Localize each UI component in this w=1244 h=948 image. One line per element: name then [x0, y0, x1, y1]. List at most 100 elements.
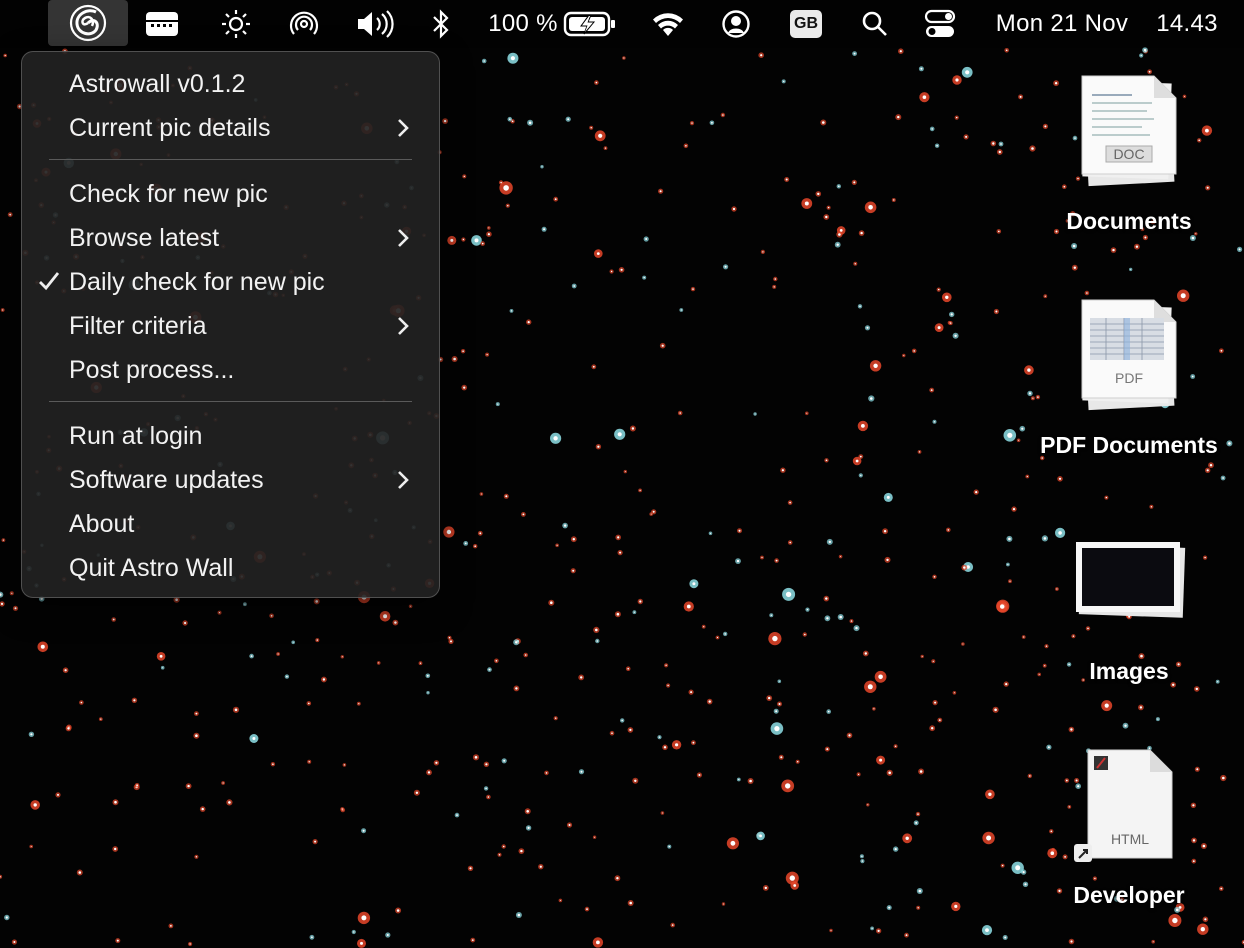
menubar-time[interactable]: 14.43 [1150, 0, 1224, 48]
desktop-alias-developer[interactable]: HTML Developer [1024, 744, 1234, 919]
astrowall-menu-extra[interactable] [48, 0, 128, 46]
menu-display-icon[interactable] [142, 0, 182, 48]
star [486, 794, 491, 800]
battery-charging-icon[interactable] [562, 0, 618, 48]
star [62, 667, 69, 673]
star [507, 116, 513, 122]
star [778, 754, 784, 760]
star [902, 833, 913, 844]
star [737, 528, 742, 534]
star [859, 854, 864, 859]
star [578, 674, 585, 681]
star [156, 652, 166, 661]
star [486, 231, 492, 237]
menu-item-software-updates[interactable]: Software updates [22, 460, 439, 500]
star [340, 655, 344, 659]
control-center-icon[interactable] [922, 0, 958, 48]
menu-item-post-process[interactable]: Post process... [22, 350, 439, 390]
volume-icon[interactable] [352, 0, 396, 48]
user-account-icon[interactable] [718, 0, 754, 48]
menu-item-browse-latest[interactable]: Browse latest [22, 218, 439, 258]
star [447, 235, 457, 245]
star [918, 768, 925, 775]
star [270, 762, 276, 767]
bluetooth-icon[interactable] [428, 0, 454, 48]
star [660, 811, 665, 815]
star [864, 680, 877, 693]
spotlight-search-icon[interactable] [858, 0, 892, 48]
star [30, 800, 40, 810]
star [870, 926, 874, 931]
star [893, 744, 898, 749]
star [701, 624, 706, 629]
star [357, 911, 371, 925]
star [570, 536, 577, 543]
star [820, 119, 827, 126]
star [284, 674, 290, 679]
star [961, 564, 968, 571]
star [815, 191, 822, 197]
wifi-icon[interactable] [648, 0, 688, 48]
star [313, 598, 320, 605]
star [902, 353, 906, 358]
star [853, 261, 858, 266]
airdrop-icon[interactable] [286, 0, 322, 48]
star [12, 605, 19, 611]
menu-item-run-at-login[interactable]: Run at login [22, 416, 439, 456]
star [392, 619, 399, 626]
star [1018, 94, 1024, 100]
desktop-folder-pdf-documents[interactable]: PDF PDF Documents [1024, 292, 1234, 467]
star [555, 543, 559, 548]
menu-item-about[interactable]: About [22, 504, 439, 544]
brightness-icon[interactable] [218, 0, 254, 48]
star [548, 599, 555, 606]
menu-item-daily-check[interactable]: Daily check for new pic [22, 262, 439, 302]
checkmark-icon [39, 272, 60, 291]
star [1006, 562, 1010, 567]
star [893, 846, 899, 852]
star [1122, 722, 1129, 729]
star [524, 808, 531, 815]
star [1151, 939, 1155, 944]
astrowall-spiral-icon [69, 4, 107, 42]
star [824, 615, 831, 622]
star [886, 769, 893, 776]
desktop-folder-images[interactable]: Images [1024, 536, 1234, 691]
star [706, 698, 713, 705]
star [463, 541, 469, 546]
menubar-date[interactable]: Mon 21 Nov [986, 0, 1138, 48]
menu-item-quit[interactable]: Quit Astro Wall [22, 548, 439, 588]
menu-item-current-pic-details[interactable]: Current pic details [22, 108, 439, 148]
desktop-folder-documents[interactable]: DOC Documents [1024, 68, 1234, 243]
star [480, 241, 486, 246]
documents-stack-icon: DOC [1081, 75, 1177, 187]
star [467, 865, 474, 871]
star [990, 140, 997, 147]
star [632, 777, 639, 784]
star [1134, 243, 1140, 250]
input-source-menu[interactable]: GB [789, 0, 823, 48]
star [111, 617, 116, 622]
star [961, 642, 965, 646]
star [433, 760, 440, 766]
star [919, 92, 930, 103]
star [857, 420, 869, 432]
star [1, 538, 6, 542]
star [232, 706, 240, 713]
menu-item-check-for-new-pic[interactable]: Check for new pic [22, 174, 439, 214]
star [9, 591, 14, 596]
star [760, 555, 764, 560]
star [418, 661, 423, 666]
star [774, 558, 779, 563]
star [952, 75, 962, 85]
star [1003, 429, 1017, 442]
star [929, 126, 935, 132]
menu-item-label: Post process... [69, 355, 235, 384]
star [784, 177, 790, 182]
star [753, 412, 757, 416]
menu-item-filter-criteria[interactable]: Filter criteria [22, 306, 439, 346]
star [76, 869, 83, 876]
star [992, 706, 999, 713]
star [868, 395, 875, 402]
battery-percentage[interactable]: 100 % [488, 0, 558, 48]
